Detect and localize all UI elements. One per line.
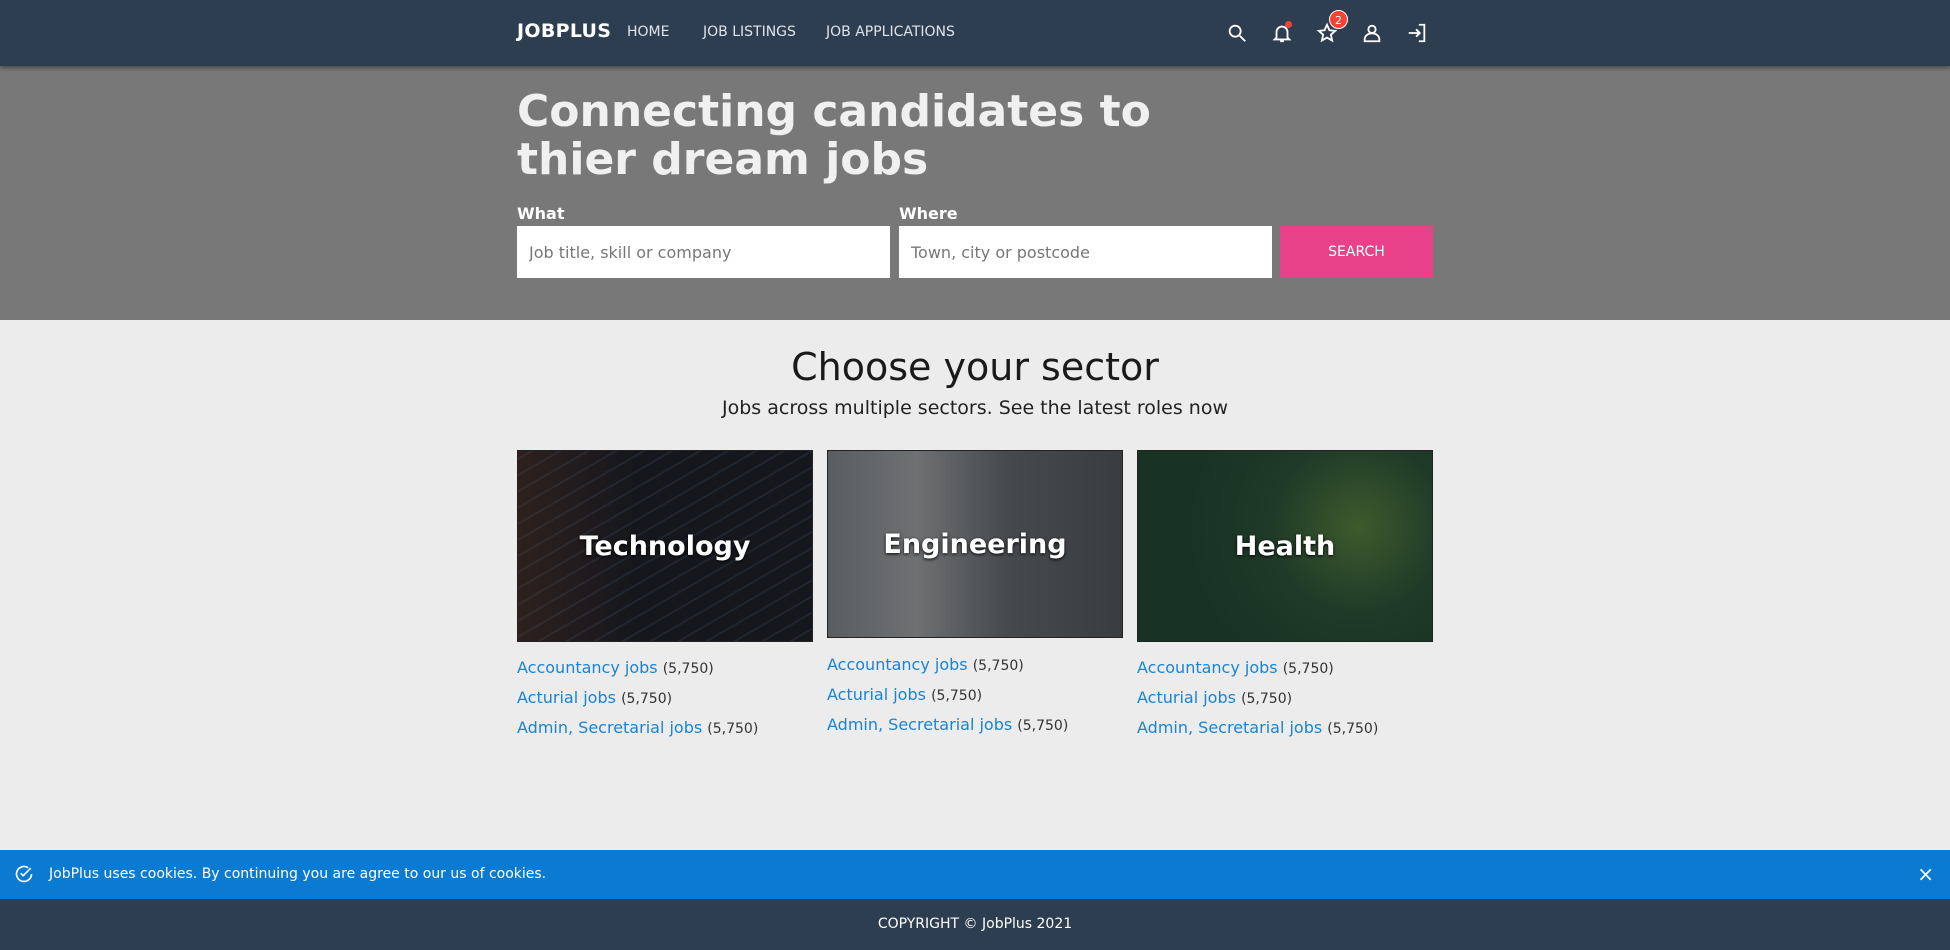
sector-link[interactable]: Admin, Secretarial jobs (5,750) bbox=[517, 718, 817, 748]
sector-link[interactable]: Admin, Secretarial jobs (5,750) bbox=[827, 715, 1127, 745]
what-input[interactable] bbox=[517, 226, 890, 278]
favorites-badge: 2 bbox=[1329, 10, 1348, 29]
sector-link[interactable]: Admin, Secretarial jobs (5,750) bbox=[1137, 718, 1437, 748]
sector-card-technology[interactable]: Technology bbox=[517, 450, 813, 642]
star-icon[interactable]: 2 bbox=[1314, 10, 1348, 46]
sector-card-title: Technology bbox=[579, 530, 751, 562]
login-icon[interactable] bbox=[1404, 20, 1430, 46]
sector-card-title: Engineering bbox=[883, 528, 1067, 560]
brand-logo[interactable]: JOBPLUS bbox=[517, 20, 611, 42]
sector-card-title: Health bbox=[1234, 530, 1336, 562]
copyright-text: COPYRIGHT © JobPlus 2021 bbox=[877, 916, 1073, 932]
notification-dot bbox=[1285, 21, 1292, 28]
sector-link[interactable]: Acturial jobs (5,750) bbox=[827, 685, 1127, 715]
where-input[interactable] bbox=[899, 226, 1272, 278]
bell-icon[interactable] bbox=[1269, 20, 1295, 46]
sector-card-health[interactable]: Health bbox=[1137, 450, 1433, 642]
nav-job-applications[interactable]: JOB APPLICATIONS bbox=[826, 24, 955, 40]
what-label: What bbox=[517, 204, 565, 223]
cookie-text: JobPlus uses cookies. By continuing you … bbox=[49, 866, 547, 882]
technology-links: Accountancy jobs (5,750) Acturial jobs (… bbox=[517, 658, 817, 748]
sector-link[interactable]: Accountancy jobs (5,750) bbox=[1137, 658, 1437, 688]
cookie-banner: JobPlus uses cookies. By continuing you … bbox=[0, 850, 1950, 899]
section-subtitle: Jobs across multiple sectors. See the la… bbox=[722, 397, 1228, 419]
sector-link[interactable]: Acturial jobs (5,750) bbox=[517, 688, 817, 718]
search-button[interactable]: SEARCH bbox=[1280, 226, 1433, 278]
sector-card-engineering[interactable]: Engineering bbox=[827, 450, 1123, 638]
nav-job-listings[interactable]: JOB LISTINGS bbox=[703, 24, 796, 40]
section-title: Choose your sector bbox=[791, 345, 1159, 389]
sector-link[interactable]: Acturial jobs (5,750) bbox=[1137, 688, 1437, 718]
hero: Connecting candidates to thier dream job… bbox=[0, 66, 1950, 320]
hero-title: Connecting candidates to thier dream job… bbox=[517, 86, 1151, 185]
health-links: Accountancy jobs (5,750) Acturial jobs (… bbox=[1137, 658, 1437, 748]
check-circle-icon bbox=[15, 865, 33, 883]
sector-link[interactable]: Accountancy jobs (5,750) bbox=[517, 658, 817, 688]
where-label: Where bbox=[899, 204, 958, 223]
sector-link[interactable]: Accountancy jobs (5,750) bbox=[827, 655, 1127, 685]
search-icon[interactable] bbox=[1224, 20, 1250, 46]
nav-home[interactable]: HOME bbox=[627, 24, 669, 40]
navbar: JOBPLUS HOME JOB LISTINGS JOB APPLICATIO… bbox=[0, 0, 1950, 66]
user-icon[interactable] bbox=[1359, 20, 1385, 46]
close-icon[interactable]: × bbox=[1917, 862, 1934, 886]
footer: COPYRIGHT © JobPlus 2021 bbox=[0, 899, 1950, 950]
engineering-links: Accountancy jobs (5,750) Acturial jobs (… bbox=[827, 655, 1127, 745]
